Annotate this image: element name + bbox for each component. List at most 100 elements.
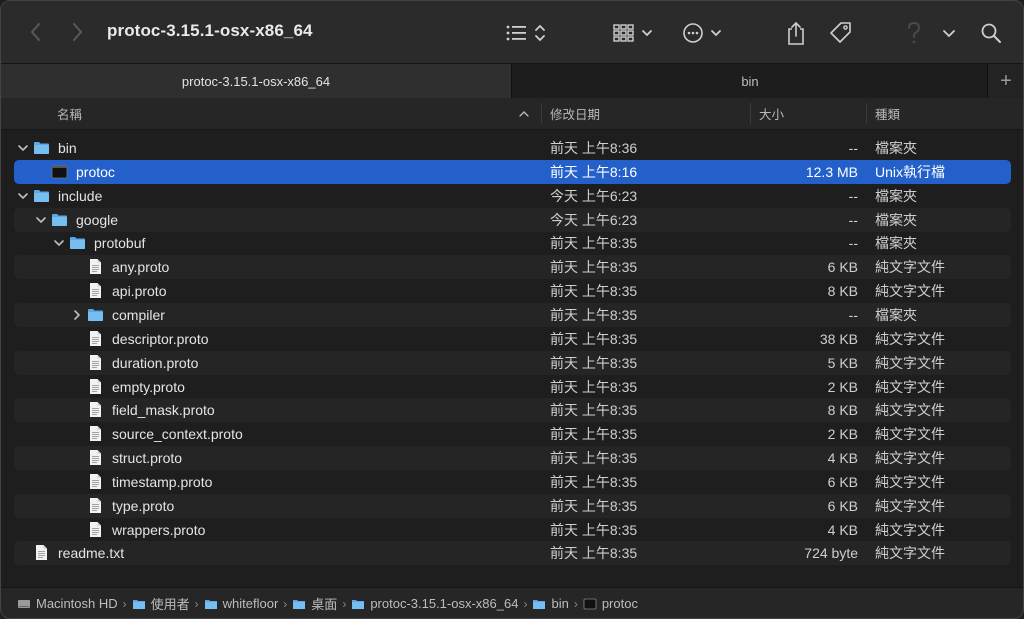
group-button[interactable] (612, 19, 656, 47)
file-row[interactable]: any.proto 前天 上午8:35 6 KB 純文字文件 (14, 255, 1011, 280)
share-button[interactable] (785, 19, 807, 47)
help-button[interactable] (904, 19, 924, 47)
file-row[interactable]: field_mask.proto 前天 上午8:35 8 KB 純文字文件 (14, 398, 1011, 423)
file-date: 前天 上午8:35 (550, 426, 638, 443)
chevron-forward-icon (73, 23, 82, 41)
column-header-name[interactable]: 名稱 (57, 98, 82, 129)
path-separator-icon: › (523, 596, 528, 611)
disclosure-open-icon[interactable] (17, 142, 29, 154)
back-button[interactable] (26, 19, 46, 45)
toolbar-dropdown-button[interactable] (941, 19, 957, 47)
column-header-kind[interactable]: 種類 (875, 98, 900, 129)
path-item[interactable]: protoc (583, 596, 638, 611)
file-size: 6 KB (827, 497, 858, 514)
folder-icon (352, 599, 365, 609)
file-row[interactable]: wrappers.proto 前天 上午8:35 4 KB 純文字文件 (14, 518, 1011, 542)
path-separator-icon: › (122, 596, 127, 611)
folder-icon (52, 213, 67, 226)
path-separator-icon: › (283, 596, 288, 611)
file-name: compiler (112, 306, 165, 323)
file-kind: 檔案夾 (875, 140, 917, 156)
path-item[interactable]: 使用者 (132, 594, 190, 613)
path-item[interactable]: 桌面 (292, 594, 337, 613)
disclosure-open-icon[interactable] (53, 237, 65, 249)
view-options-button[interactable] (505, 19, 549, 47)
path-item[interactable]: protoc-3.15.1-osx-x86_64 (351, 596, 518, 611)
finder-window: protoc-3.15.1-osx-x86_64 protoc-3.15.1-o… (0, 0, 1024, 619)
file-date: 前天 上午8:35 (550, 330, 638, 347)
file-kind: 檔案夾 (875, 211, 917, 228)
folder-icon (293, 599, 306, 609)
path-item-label: bin (551, 596, 569, 611)
file-kind: 純文字文件 (875, 473, 945, 490)
exec-icon (583, 598, 597, 609)
file-kind: 純文字文件 (875, 545, 945, 562)
file-size: 2 KB (827, 378, 858, 395)
file-kind: 純文字文件 (875, 378, 945, 395)
document-icon (90, 354, 101, 370)
file-size: 6 KB (827, 473, 858, 490)
tag-button[interactable] (828, 19, 854, 47)
terminal-exec-icon (51, 165, 68, 179)
file-row[interactable]: descriptor.proto 前天 上午8:35 38 KB 純文字文件 (14, 327, 1011, 351)
file-row[interactable]: api.proto 前天 上午8:35 8 KB 純文字文件 (14, 279, 1011, 303)
file-date: 前天 上午8:35 (550, 402, 638, 419)
file-name: struct.proto (112, 450, 183, 467)
file-row[interactable]: protoc 前天 上午8:16 12.3 MB Unix執行檔 (14, 159, 1011, 184)
window-title: protoc-3.15.1-osx-x86_64 (107, 21, 313, 40)
file-row[interactable]: google 今天 上午6:23 -- 檔案夾 (14, 207, 1011, 232)
file-row[interactable]: readme.txt 前天 上午8:35 724 byte 純文字文件 (14, 541, 1011, 566)
file-kind: 純文字文件 (875, 426, 945, 443)
search-button[interactable] (980, 19, 1002, 47)
path-bar: Macintosh HD › 使用者 › whitefloor › 桌面 › protoc-3.… (1, 587, 1023, 618)
file-row[interactable]: source_context.proto 前天 上午8:35 2 KB 純文字文件 (14, 422, 1011, 446)
file-row[interactable]: struct.proto 前天 上午8:35 4 KB 純文字文件 (14, 446, 1011, 471)
file-size: 12.3 MB (805, 163, 858, 180)
file-row[interactable]: type.proto 前天 上午8:35 6 KB 純文字文件 (14, 493, 1011, 518)
tab-bin[interactable]: bin (511, 64, 988, 98)
path-item[interactable]: whitefloor (204, 596, 278, 611)
file-row[interactable]: protobuf 前天 上午8:35 -- 檔案夾 (14, 231, 1011, 255)
disclosure-open-icon[interactable] (17, 190, 29, 202)
file-row[interactable]: duration.proto 前天 上午8:35 5 KB 純文字文件 (14, 350, 1011, 375)
file-date: 前天 上午8:35 (550, 354, 638, 371)
file-kind: Unix執行檔 (875, 163, 946, 180)
file-row[interactable]: include 今天 上午6:23 -- 檔案夾 (14, 184, 1011, 208)
column-header-size[interactable]: 大小 (759, 98, 784, 129)
folder-icon (70, 237, 85, 250)
file-row[interactable]: bin 前天 上午8:36 -- 檔案夾 (14, 136, 1011, 160)
column-divider[interactable] (750, 103, 751, 124)
forward-button[interactable] (67, 19, 87, 45)
file-name: api.proto (112, 283, 167, 300)
file-date: 前天 上午8:35 (550, 473, 638, 490)
file-date: 今天 上午6:23 (550, 187, 638, 204)
disclosure-closed-icon[interactable] (71, 309, 83, 321)
file-kind: 純文字文件 (875, 283, 945, 300)
tab-protoc[interactable]: protoc-3.15.1-osx-x86_64 (1, 64, 511, 98)
file-row[interactable]: compiler 前天 上午8:35 -- 檔案夾 (14, 302, 1011, 327)
file-name: duration.proto (112, 354, 199, 371)
file-size: 724 byte (804, 545, 858, 562)
file-name: wrappers.proto (112, 521, 206, 538)
path-item-label: protoc-3.15.1-osx-x86_64 (370, 596, 519, 611)
action-menu-button[interactable] (682, 19, 726, 47)
file-row[interactable]: empty.proto 前天 上午8:35 2 KB 純文字文件 (14, 375, 1011, 399)
path-item-label: 桌面 (311, 597, 338, 612)
file-size: -- (848, 306, 858, 323)
disclosure-open-icon[interactable] (35, 214, 47, 226)
path-item[interactable]: Macintosh HD (17, 596, 118, 611)
sort-ascending-icon[interactable] (518, 98, 530, 129)
group-icon (613, 24, 652, 42)
path-item[interactable]: bin (532, 596, 569, 611)
document-icon (90, 259, 101, 275)
document-icon (90, 473, 101, 489)
column-divider[interactable] (541, 103, 542, 124)
document-icon (90, 521, 101, 537)
file-row[interactable]: timestamp.proto 前天 上午8:35 6 KB 純文字文件 (14, 470, 1011, 494)
column-header-date[interactable]: 修改日期 (550, 98, 600, 129)
new-tab-button[interactable]: + (987, 64, 1023, 98)
column-divider[interactable] (866, 103, 867, 124)
path-separator-icon: › (194, 596, 199, 611)
file-date: 前天 上午8:35 (550, 497, 638, 514)
column-header-bar: 名稱 修改日期 大小 種類 (1, 98, 1023, 130)
